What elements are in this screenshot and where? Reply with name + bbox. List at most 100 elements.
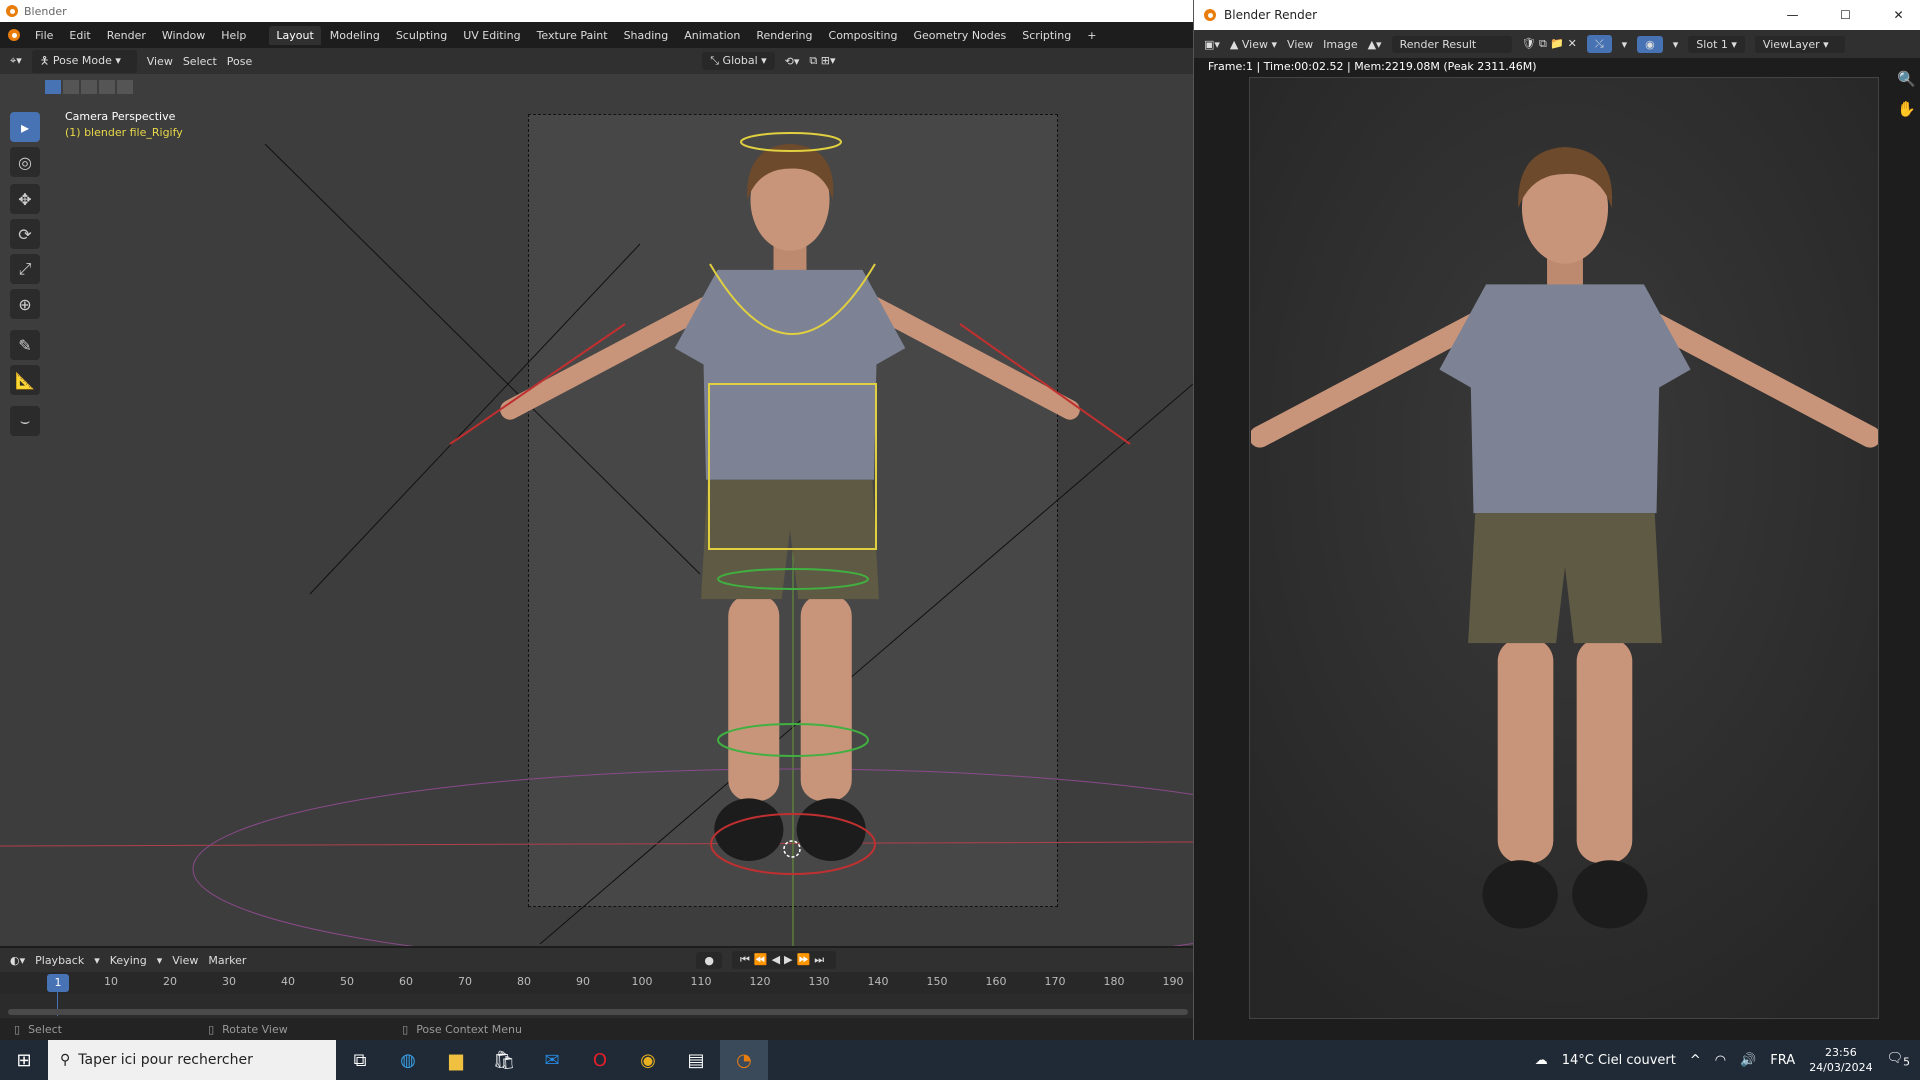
- blender-menu-icon[interactable]: [8, 29, 20, 41]
- status-bar: ▯ Select ▯ Rotate View ▯ Pose Context Me…: [0, 1018, 1193, 1040]
- tab-modeling[interactable]: Modeling: [323, 26, 387, 45]
- file-explorer-icon[interactable]: ▆: [432, 1040, 480, 1080]
- measure-tool-icon[interactable]: 📐: [10, 365, 40, 395]
- tab-rendering[interactable]: Rendering: [749, 26, 819, 45]
- chrome-icon[interactable]: ◉: [624, 1040, 672, 1080]
- view-layer-label: ViewLayer: [1762, 37, 1820, 51]
- task-view-icon[interactable]: ⧉: [336, 1040, 384, 1080]
- bone-tool-icon[interactable]: ⌣: [10, 406, 40, 436]
- menu-image[interactable]: Image: [1323, 38, 1357, 51]
- menu-playback[interactable]: Playback: [35, 954, 84, 967]
- menu-select[interactable]: Select: [183, 55, 217, 68]
- frame-tick-label: 150: [926, 975, 948, 988]
- tab-geometry-nodes[interactable]: Geometry Nodes: [906, 26, 1013, 45]
- volume-icon[interactable]: 🔊: [1740, 1053, 1756, 1068]
- opera-icon[interactable]: O: [576, 1040, 624, 1080]
- viewport-title: Camera Perspective: [65, 110, 176, 123]
- record-button[interactable]: ●: [696, 951, 722, 969]
- tab-scripting[interactable]: Scripting: [1015, 26, 1078, 45]
- notification-count: 5: [1903, 1055, 1910, 1069]
- orientation-selector[interactable]: ⤡ Global ▾: [702, 52, 775, 70]
- maximize-button[interactable]: ☐: [1823, 8, 1868, 22]
- timeline-track[interactable]: [0, 992, 1193, 1018]
- menu-view[interactable]: View: [147, 55, 173, 68]
- snap-icon[interactable]: ⧉ ⊞▾: [809, 54, 835, 68]
- mouse-middle-icon: ▯: [208, 1022, 215, 1036]
- tab-animation[interactable]: Animation: [677, 26, 747, 45]
- menu-render[interactable]: Render: [100, 26, 153, 45]
- image-actions[interactable]: 🛡 ⧉ 📁 ✕: [1522, 37, 1577, 51]
- playback-controls[interactable]: ⏮⏪◀▶⏩⏭: [731, 951, 837, 969]
- menu-help[interactable]: Help: [214, 26, 253, 45]
- timeline-editor-icon[interactable]: ◐▾: [10, 954, 25, 967]
- display-channels-icon[interactable]: ◉: [1637, 35, 1663, 53]
- timeline-scrollbar[interactable]: [8, 1009, 1188, 1015]
- 3d-viewport[interactable]: Camera Perspective (1) blender file_Rigi…: [0, 74, 1193, 946]
- menu-image-view[interactable]: View: [1287, 38, 1313, 51]
- store-icon[interactable]: 🛍: [480, 1040, 528, 1080]
- notifications-icon[interactable]: 🗨5: [1887, 1051, 1910, 1069]
- tab-uv-editing[interactable]: UV Editing: [456, 26, 527, 45]
- menu-window[interactable]: Window: [155, 26, 212, 45]
- menu-timeline-view[interactable]: View: [172, 954, 198, 967]
- menu-keying[interactable]: Keying: [110, 954, 147, 967]
- edge-icon[interactable]: ◍: [384, 1040, 432, 1080]
- network-icon[interactable]: ◠: [1715, 1053, 1726, 1068]
- transform-tool-icon[interactable]: ⊕: [10, 289, 40, 319]
- mouse-left-icon: ▯: [14, 1022, 21, 1036]
- tray-chevron-icon[interactable]: ^: [1690, 1053, 1701, 1068]
- mode-label: Pose Mode: [52, 53, 112, 67]
- cursor-tool-icon[interactable]: ◎: [10, 147, 40, 177]
- mouse-right-icon: ▯: [402, 1022, 409, 1036]
- mode-selector[interactable]: 🯅 Pose Mode ▾: [31, 49, 137, 73]
- frame-tick-label: 60: [399, 975, 413, 988]
- orientation-label: Global: [722, 54, 758, 67]
- clock[interactable]: 23:56 24/03/2024: [1809, 1045, 1872, 1075]
- clock-time: 23:56: [1825, 1046, 1857, 1059]
- view-mode-dropdown[interactable]: ▲ View ▾: [1230, 38, 1277, 51]
- blender-logo-icon: [6, 5, 18, 17]
- image-editor-type-icon[interactable]: ▣▾: [1204, 38, 1220, 51]
- tab-compositing[interactable]: Compositing: [822, 26, 905, 45]
- weather-icon: ☁: [1534, 1052, 1548, 1068]
- taskbar-search-box[interactable]: ⚲ Taper ici pour rechercher: [48, 1040, 336, 1080]
- view-layer-dropdown[interactable]: ViewLayer ▾: [1754, 35, 1845, 53]
- windows-start-icon[interactable]: ⊞: [0, 1040, 48, 1080]
- frame-ruler[interactable]: 1 10 20 30 40 50 60 70 80 90 100 110 120 130 140 150 16…: [0, 972, 1193, 994]
- weather-text[interactable]: 14°C Ciel couvert: [1562, 1053, 1676, 1068]
- mail-icon[interactable]: ✉: [528, 1040, 576, 1080]
- menu-marker[interactable]: Marker: [208, 954, 246, 967]
- current-frame-indicator[interactable]: 1: [47, 974, 69, 992]
- app-icon[interactable]: ▤: [672, 1040, 720, 1080]
- frame-tick-label: 180: [1103, 975, 1125, 988]
- language-indicator[interactable]: FRA: [1770, 1053, 1795, 1068]
- menu-edit[interactable]: Edit: [62, 26, 97, 45]
- menu-file[interactable]: File: [28, 26, 60, 45]
- menu-pose[interactable]: Pose: [227, 55, 252, 68]
- pivot-icon[interactable]: ⟲▾: [785, 55, 800, 68]
- frame-tick-label: 170: [1044, 975, 1066, 988]
- select-box-tool-icon[interactable]: ▸: [10, 112, 40, 142]
- render-info: Frame:1 | Time:00:02.52 | Mem:2219.08M (…: [1208, 60, 1537, 73]
- pan-hand-icon[interactable]: ✋: [1897, 100, 1916, 118]
- add-workspace-button[interactable]: +: [1080, 26, 1103, 45]
- scale-tool-icon[interactable]: ⤢: [10, 254, 40, 284]
- sample-tool-icon[interactable]: ⤯: [1586, 35, 1612, 53]
- close-button[interactable]: ✕: [1876, 8, 1920, 22]
- tab-sculpting[interactable]: Sculpting: [389, 26, 454, 45]
- rotate-tool-icon[interactable]: ⟳: [10, 219, 40, 249]
- move-tool-icon[interactable]: ✥: [10, 184, 40, 214]
- tab-layout[interactable]: Layout: [269, 25, 321, 45]
- frame-tick-label: 90: [576, 975, 590, 988]
- tab-shading[interactable]: Shading: [617, 26, 676, 45]
- minimize-button[interactable]: —: [1770, 8, 1815, 22]
- annotate-tool-icon[interactable]: ✎: [10, 330, 40, 360]
- slot-dropdown[interactable]: Slot 1 ▾: [1688, 35, 1745, 53]
- editor-type-icon[interactable]: ⌖▾: [10, 54, 22, 68]
- blender-taskbar-icon[interactable]: ◔: [720, 1040, 768, 1080]
- render-result-image[interactable]: [1249, 77, 1879, 1019]
- zoom-icon[interactable]: 🔍: [1897, 70, 1916, 88]
- browse-image-icon[interactable]: ▲▾: [1368, 38, 1382, 51]
- image-name-field[interactable]: Render Result: [1391, 35, 1512, 53]
- tab-texture-paint[interactable]: Texture Paint: [530, 26, 615, 45]
